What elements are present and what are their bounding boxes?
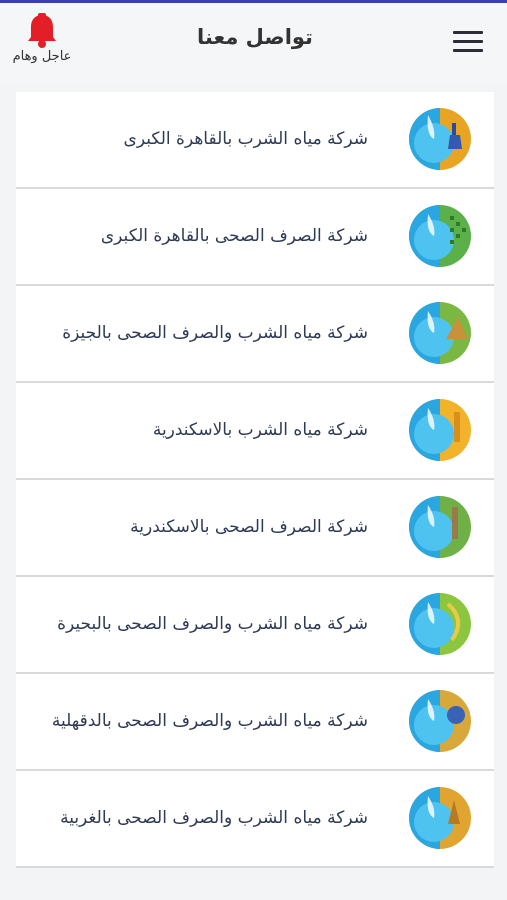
beheira-water-logo-icon: [409, 593, 471, 655]
giza-water-logo-icon: [409, 302, 471, 364]
company-item-gharbia-water[interactable]: شركة مياه الشرب والصرف الصحى بالغربية: [16, 771, 494, 868]
company-item-beheira-water[interactable]: شركة مياه الشرب والصرف الصحى بالبحيرة: [16, 577, 494, 674]
company-name: شركة مياه الشرب والصرف الصحى بالغربية: [60, 808, 368, 828]
company-name: شركة مياه الشرب والصرف الصحى بالدقهلية: [51, 711, 368, 731]
cairo-water-logo-icon: [409, 108, 471, 170]
company-item-cairo-water[interactable]: شركة مياه الشرب بالقاهرة الكبرى: [16, 92, 494, 189]
alexandria-water-logo-icon: [409, 399, 471, 461]
urgent-alert-button[interactable]: عاجل وهام: [6, 13, 78, 69]
gharbia-water-logo-icon: [409, 787, 471, 849]
company-name: شركة مياه الشرب بالاسكندرية: [152, 420, 368, 440]
app-header: عاجل وهام تواصل معنا: [0, 3, 507, 83]
company-name: شركة الصرف الصحى بالاسكندرية: [130, 517, 368, 537]
company-item-alexandria-sanitation[interactable]: شركة الصرف الصحى بالاسكندرية: [16, 480, 494, 577]
company-name: شركة مياه الشرب والصرف الصحى بالجيزة: [62, 323, 368, 343]
company-item-alexandria-water[interactable]: شركة مياه الشرب بالاسكندرية: [16, 383, 494, 480]
company-item-dakahlia-water[interactable]: شركة مياه الشرب والصرف الصحى بالدقهلية: [16, 674, 494, 771]
dakahlia-water-logo-icon: [409, 690, 471, 752]
urgent-alert-label: عاجل وهام: [12, 49, 72, 64]
cairo-sanitation-logo-icon: [409, 205, 471, 267]
hamburger-menu-icon[interactable]: [453, 31, 483, 55]
company-name: شركة مياه الشرب والصرف الصحى بالبحيرة: [57, 614, 368, 634]
company-name: شركة الصرف الصحى بالقاهرة الكبرى: [100, 226, 368, 246]
company-item-giza-water[interactable]: شركة مياه الشرب والصرف الصحى بالجيزة: [16, 286, 494, 383]
company-item-cairo-sanitation[interactable]: شركة الصرف الصحى بالقاهرة الكبرى: [16, 189, 494, 286]
page-title: تواصل معنا: [197, 25, 313, 49]
companies-list: شركة مياه الشرب بالقاهرة الكبرى شركة الص…: [16, 92, 494, 868]
company-name: شركة مياه الشرب بالقاهرة الكبرى: [123, 129, 368, 149]
alexandria-sanitation-logo-icon: [409, 496, 471, 558]
bell-icon: [28, 13, 56, 48]
